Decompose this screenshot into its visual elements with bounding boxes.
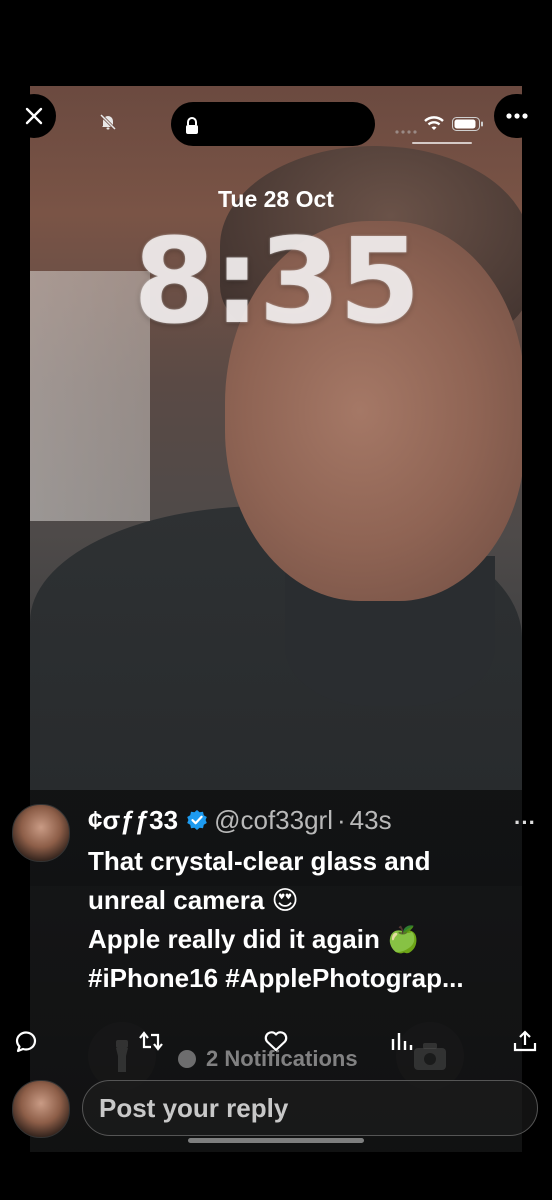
tweet-line: unreal camera 😍 bbox=[88, 885, 299, 915]
user-avatar bbox=[12, 1080, 70, 1138]
comment-icon[interactable] bbox=[13, 1029, 39, 1053]
author-handle[interactable]: @cof33grl bbox=[214, 805, 333, 836]
home-indicator[interactable] bbox=[188, 1138, 364, 1143]
wifi-icon bbox=[424, 116, 444, 130]
lockscreen-notifications: 2 Notifications bbox=[178, 1044, 358, 1074]
tweet-line: Apple really did it again 🍏 bbox=[88, 924, 420, 954]
verified-badge-icon bbox=[187, 810, 207, 830]
close-button[interactable] bbox=[12, 94, 56, 138]
author-display-name[interactable]: ¢σƒƒ33 bbox=[88, 805, 178, 836]
tweet-more-icon[interactable]: ··· bbox=[514, 810, 536, 836]
more-options-button[interactable] bbox=[494, 94, 540, 138]
status-bar-indicator bbox=[412, 142, 472, 144]
tweet-timestamp[interactable]: 43s bbox=[350, 805, 392, 836]
battery-icon bbox=[452, 117, 483, 131]
lockscreen-date: Tue 28 Oct bbox=[218, 186, 334, 212]
dynamic-island bbox=[171, 102, 375, 146]
tweet-line: That crystal-clear glass and bbox=[88, 846, 431, 876]
tweet-hashtags[interactable]: #iPhone16 #ApplePhotograp... bbox=[88, 959, 528, 998]
signal-icon bbox=[395, 127, 419, 134]
header-separator: · bbox=[337, 804, 346, 835]
lock-icon bbox=[186, 117, 198, 134]
close-icon bbox=[25, 107, 43, 125]
retweet-icon[interactable] bbox=[138, 1029, 164, 1053]
notifications-label: 2 Notifications bbox=[206, 1046, 358, 1071]
reply-placeholder: Post your reply bbox=[99, 1092, 289, 1123]
bell-muted-icon bbox=[99, 113, 117, 131]
author-avatar[interactable] bbox=[12, 804, 70, 862]
tweet-text: That crystal-clear glass and unreal came… bbox=[88, 842, 528, 998]
analytics-icon[interactable] bbox=[388, 1029, 414, 1053]
more-icon bbox=[506, 113, 528, 119]
share-icon[interactable] bbox=[512, 1029, 538, 1053]
reply-input[interactable]: Post your reply bbox=[82, 1080, 538, 1136]
lockscreen-time: 8:35 bbox=[133, 212, 421, 350]
tweet-header: ¢σƒƒ33 @cof33grl · 43s bbox=[88, 804, 392, 836]
notification-dot-icon bbox=[178, 1050, 196, 1068]
